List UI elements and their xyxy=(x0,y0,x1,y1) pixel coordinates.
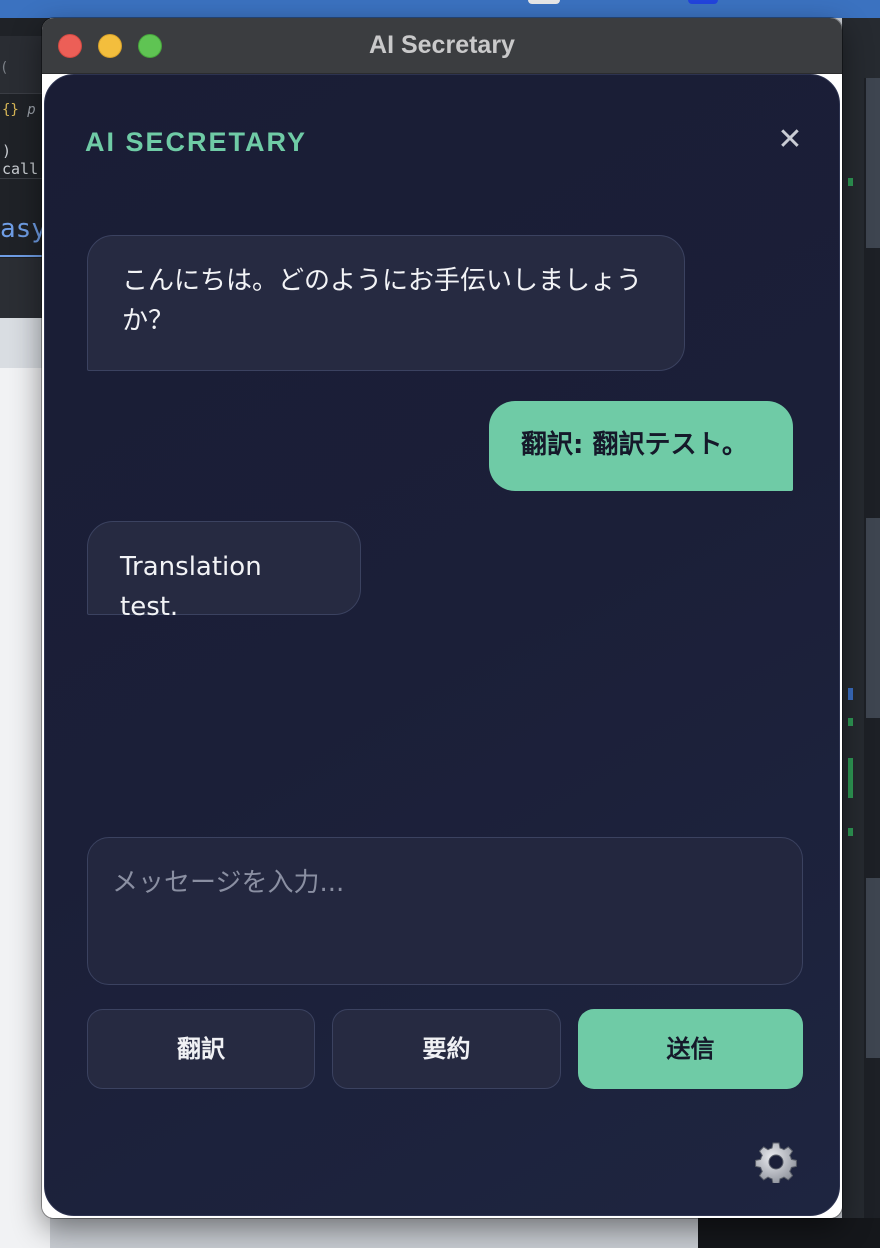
background-thumbnail xyxy=(866,518,880,718)
assistant-panel: AI SECRETARY ✕ こんにちは。どのようにお手伝いしましょうか？ 翻訳… xyxy=(44,74,840,1216)
app-window: AI Secretary AI SECRETARY ✕ こんにちは。どのようにお… xyxy=(42,18,842,1218)
editor-code-fragment: {} p xyxy=(2,102,36,118)
background-marker xyxy=(848,758,853,798)
background-thumbnail xyxy=(866,78,880,248)
menubar-item xyxy=(528,0,560,4)
background-marker xyxy=(848,688,853,700)
message-input[interactable]: メッセージを入力... xyxy=(87,837,803,985)
summarize-button[interactable]: 要約 xyxy=(332,1009,561,1089)
background-marker xyxy=(848,178,853,186)
desktop-menubar xyxy=(0,0,880,18)
translate-button[interactable]: 翻訳 xyxy=(87,1009,315,1089)
background-marker xyxy=(848,828,853,836)
background-marker xyxy=(848,718,853,726)
close-icon[interactable]: ✕ xyxy=(773,123,807,157)
panel-heading: AI SECRETARY xyxy=(85,127,308,157)
background-right-window xyxy=(842,18,880,1248)
gear-icon[interactable] xyxy=(755,1141,797,1183)
background-dock-edge xyxy=(698,1218,880,1248)
editor-tab-fragment: ( xyxy=(0,60,9,76)
title-bar[interactable]: AI Secretary xyxy=(42,18,842,74)
assistant-message: Translation test. xyxy=(87,521,361,622)
window-title: AI Secretary xyxy=(369,31,515,59)
user-message: 翻訳: 翻訳テスト。 xyxy=(489,401,793,491)
background-thumbnail xyxy=(866,878,880,1058)
send-button[interactable]: 送信 xyxy=(578,1009,803,1089)
assistant-message: こんにちは。どのようにお手伝いしましょうか？ xyxy=(87,235,685,371)
editor-code-fragment: asy xyxy=(0,214,47,244)
menubar-item xyxy=(688,0,718,4)
